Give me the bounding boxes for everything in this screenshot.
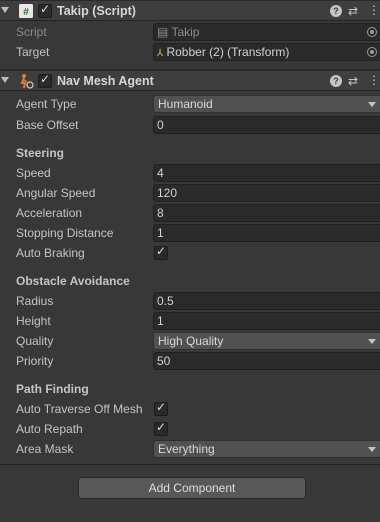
- angular-speed-input[interactable]: 120: [153, 184, 380, 202]
- object-picker-icon[interactable]: [367, 47, 377, 57]
- auto-braking-label: Auto Braking: [16, 246, 85, 260]
- navmesh-component-header[interactable]: ✓ Nav Mesh Agent ? ⇄ ⋮: [0, 70, 380, 91]
- chevron-down-icon: [368, 339, 376, 344]
- height-label: Height: [16, 314, 51, 328]
- presets-icon[interactable]: ⇄: [348, 74, 358, 88]
- target-field[interactable]: ⅄ Robber (2) (Transform): [153, 43, 380, 61]
- takip-enabled-checkbox[interactable]: ✓: [38, 2, 52, 18]
- auto-repath-checkbox[interactable]: ✓: [154, 420, 168, 436]
- auto-braking-checkbox[interactable]: ✓: [154, 244, 168, 260]
- takip-title: Takip (Script): [57, 4, 136, 18]
- add-component-button[interactable]: Add Component: [78, 477, 306, 499]
- path-finding-header: Path Finding: [16, 382, 89, 396]
- height-input[interactable]: 1: [153, 312, 380, 330]
- foldout-arrow-icon[interactable]: [1, 77, 9, 83]
- transform-icon: ⅄: [157, 48, 164, 59]
- priority-label: Priority: [16, 354, 54, 368]
- radius-label: Radius: [16, 294, 54, 308]
- script-asset-icon: ▤: [157, 25, 169, 39]
- auto-traverse-label: Auto Traverse Off Mesh: [16, 402, 143, 416]
- area-mask-dropdown[interactable]: Everything: [153, 440, 380, 458]
- more-options-icon[interactable]: ⋮: [368, 3, 380, 17]
- chevron-down-icon: [368, 102, 376, 107]
- speed-input[interactable]: 4: [153, 164, 380, 182]
- speed-label: Speed: [16, 166, 51, 180]
- stopping-distance-label: Stopping Distance: [16, 226, 114, 240]
- foldout-arrow-icon[interactable]: [1, 7, 9, 13]
- quality-label: Quality: [16, 334, 54, 348]
- steering-header: Steering: [16, 146, 65, 160]
- navmesh-agent-icon: [18, 73, 34, 89]
- chevron-down-icon: [368, 447, 376, 452]
- priority-input[interactable]: 50: [153, 352, 380, 370]
- base-offset-input[interactable]: 0: [153, 116, 380, 134]
- agent-type-dropdown[interactable]: Humanoid: [153, 95, 380, 113]
- svg-text:#: #: [23, 7, 29, 18]
- help-icon[interactable]: ?: [330, 75, 342, 87]
- quality-dropdown[interactable]: High Quality: [153, 332, 380, 350]
- more-options-icon[interactable]: ⋮: [368, 73, 380, 87]
- presets-icon[interactable]: ⇄: [348, 4, 358, 18]
- area-mask-label: Area Mask: [16, 442, 74, 456]
- stopping-distance-input[interactable]: 1: [153, 224, 380, 242]
- navmesh-enabled-checkbox[interactable]: ✓: [38, 72, 52, 88]
- script-field[interactable]: ▤ Takip: [153, 23, 380, 41]
- target-label: Target: [16, 45, 50, 59]
- base-offset-label: Base Offset: [16, 118, 79, 132]
- script-label: Script: [16, 25, 47, 39]
- auto-repath-label: Auto Repath: [16, 422, 83, 436]
- auto-traverse-checkbox[interactable]: ✓: [154, 400, 168, 416]
- obstacle-avoidance-header: Obstacle Avoidance: [16, 274, 130, 288]
- acceleration-label: Acceleration: [16, 206, 83, 220]
- object-picker-icon[interactable]: [367, 27, 377, 37]
- help-icon[interactable]: ?: [330, 5, 342, 17]
- angular-speed-label: Angular Speed: [16, 186, 96, 200]
- component-divider: [0, 464, 380, 465]
- navmesh-title: Nav Mesh Agent: [57, 74, 154, 88]
- takip-component-header[interactable]: # ✓ Takip (Script) ? ⇄ ⋮: [0, 0, 380, 21]
- script-icon: #: [18, 3, 34, 19]
- agent-type-label: Agent Type: [16, 97, 77, 111]
- radius-input[interactable]: 0.5: [153, 292, 380, 310]
- acceleration-input[interactable]: 8: [153, 204, 380, 222]
